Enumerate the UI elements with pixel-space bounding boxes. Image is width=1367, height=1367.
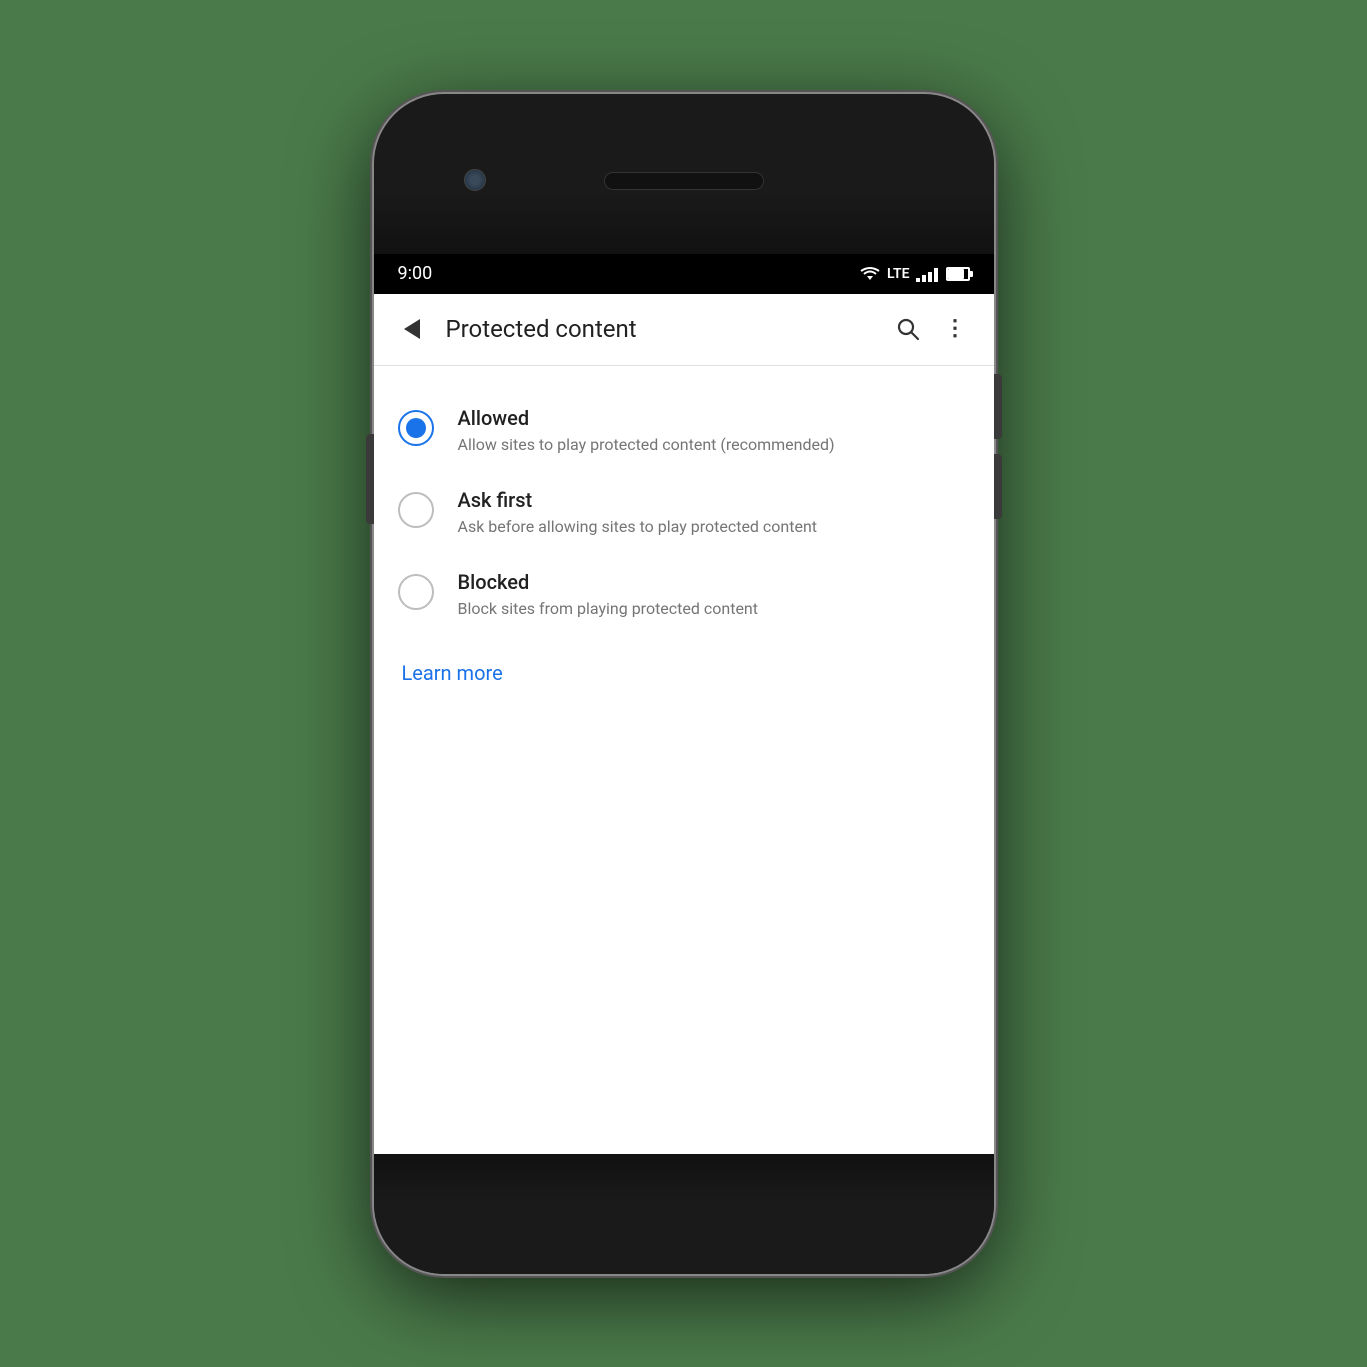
option-blocked-desc: Block sites from playing protected conte…	[458, 598, 759, 620]
more-options-icon: ⋮	[944, 318, 967, 340]
earpiece-speaker	[604, 172, 764, 190]
back-button[interactable]	[390, 307, 434, 351]
radio-allowed[interactable]	[398, 410, 434, 446]
app-bar-actions: ⋮	[886, 307, 978, 351]
radio-ask-first[interactable]	[398, 492, 434, 528]
radio-blocked[interactable]	[398, 574, 434, 610]
screen: Protected content ⋮	[374, 294, 994, 1154]
option-blocked[interactable]: Blocked Block sites from playing protect…	[374, 554, 994, 636]
front-camera	[464, 169, 486, 191]
volume-up-button[interactable]	[994, 374, 1002, 439]
option-blocked-title: Blocked	[458, 570, 759, 594]
option-allowed-title: Allowed	[458, 406, 835, 430]
status-bar: 9:00 LTE	[374, 254, 994, 294]
status-icons: LTE	[859, 266, 969, 282]
learn-more-link[interactable]: Learn more	[402, 661, 503, 685]
option-allowed-desc: Allow sites to play protected content (r…	[458, 434, 835, 456]
option-ask-first-text: Ask first Ask before allowing sites to p…	[458, 488, 818, 538]
radio-allowed-fill	[406, 418, 426, 438]
page-title: Protected content	[446, 315, 886, 343]
more-options-button[interactable]: ⋮	[934, 307, 978, 351]
option-ask-first[interactable]: Ask first Ask before allowing sites to p…	[374, 472, 994, 554]
option-blocked-text: Blocked Block sites from playing protect…	[458, 570, 759, 620]
search-icon	[895, 316, 921, 342]
option-allowed-text: Allowed Allow sites to play protected co…	[458, 406, 835, 456]
bottom-bezel	[374, 1154, 994, 1274]
back-arrow-icon	[404, 319, 420, 339]
phone-frame: 9:00 LTE	[374, 94, 994, 1274]
option-ask-first-desc: Ask before allowing sites to play protec…	[458, 516, 818, 538]
signal-icon	[916, 266, 938, 282]
wifi-icon	[859, 266, 881, 282]
search-button[interactable]	[886, 307, 930, 351]
option-ask-first-title: Ask first	[458, 488, 818, 512]
option-allowed[interactable]: Allowed Allow sites to play protected co…	[374, 390, 994, 472]
power-button[interactable]	[366, 434, 374, 524]
learn-more-section: Learn more	[374, 637, 994, 709]
app-bar: Protected content ⋮	[374, 294, 994, 366]
status-time: 9:00	[398, 263, 433, 284]
lte-label: LTE	[887, 266, 909, 282]
content-area: Allowed Allow sites to play protected co…	[374, 366, 994, 1154]
volume-down-button[interactable]	[994, 454, 1002, 519]
top-bezel	[374, 94, 994, 254]
battery-icon	[946, 267, 970, 281]
